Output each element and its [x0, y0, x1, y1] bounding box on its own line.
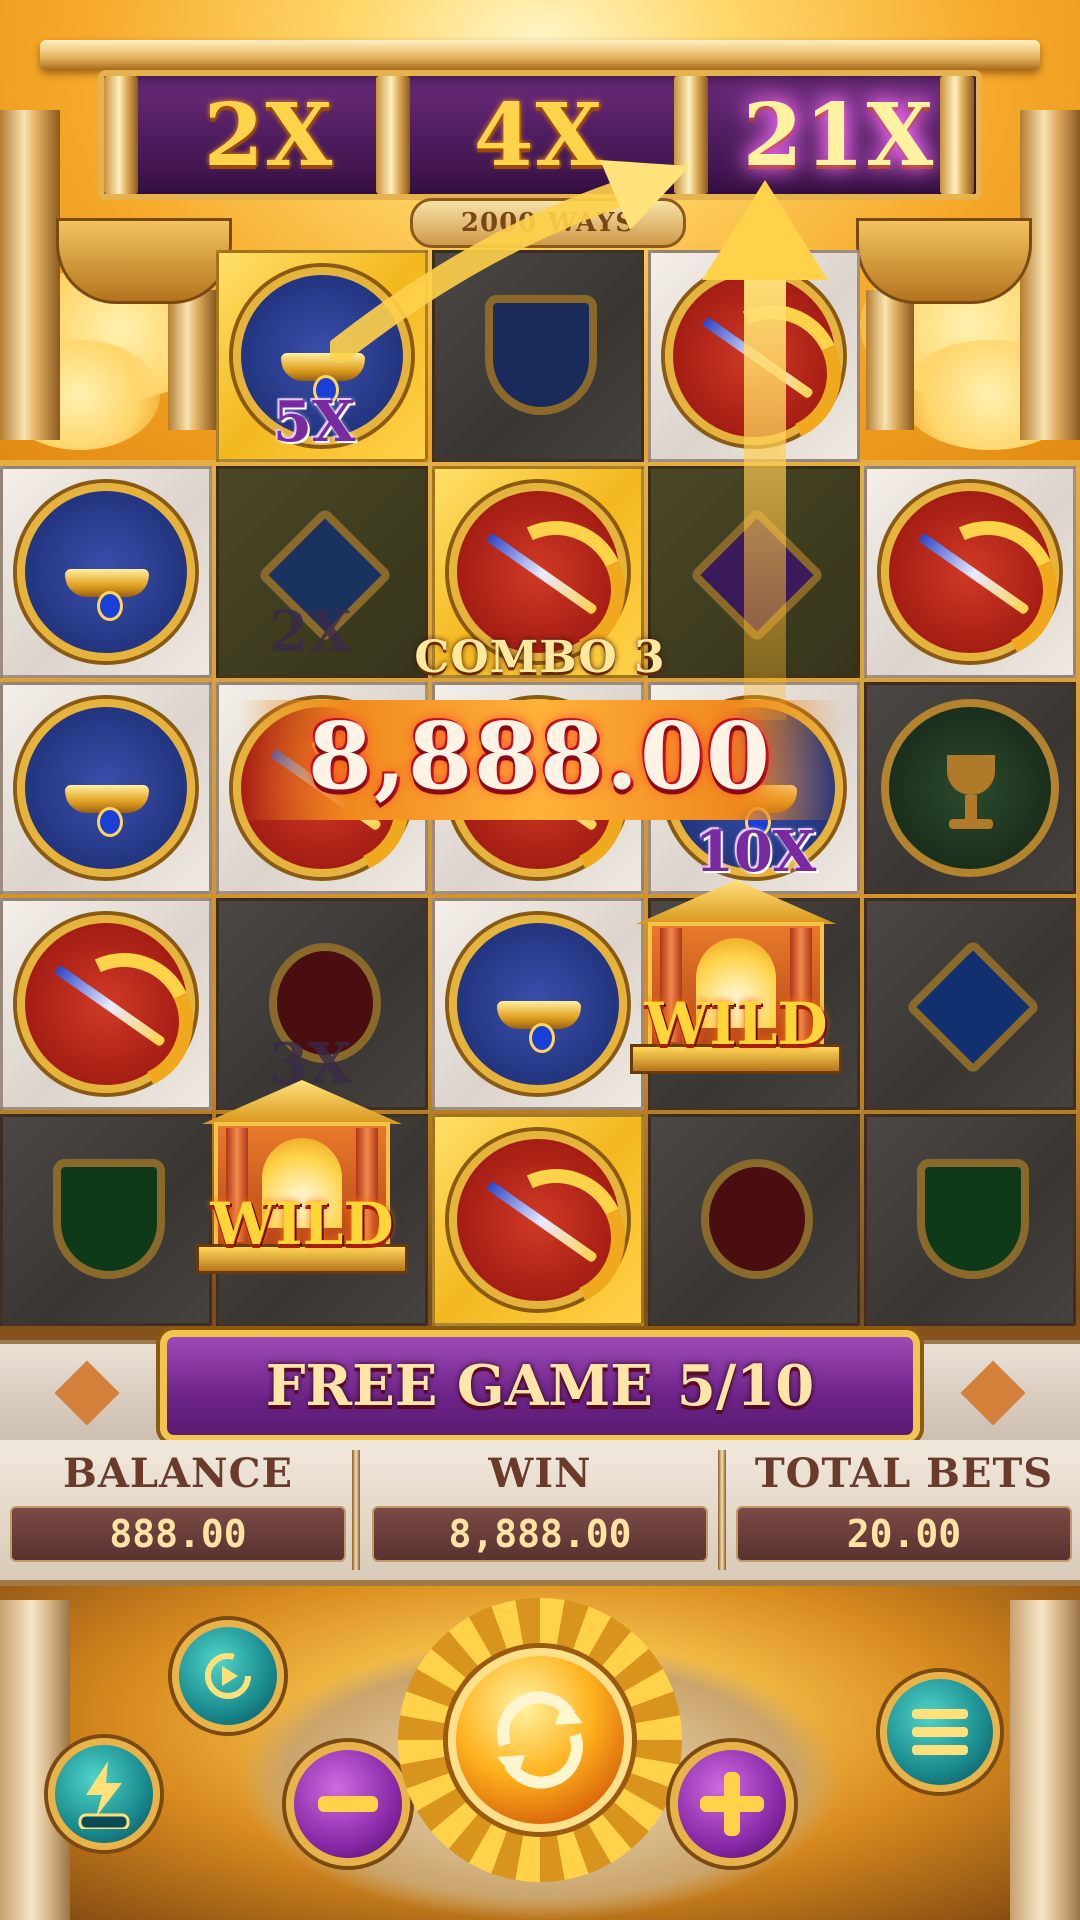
- info-divider: [718, 1450, 726, 1570]
- spin-icon: [497, 1691, 583, 1789]
- tile-bow: [432, 1114, 645, 1327]
- info-divider: [352, 1450, 360, 1570]
- free-game-plate: FREE GAME 5/10: [160, 1330, 920, 1442]
- balance-label: BALANCE: [63, 1450, 293, 1497]
- tile-crown: [0, 682, 212, 894]
- tile-blue-gem: [864, 898, 1076, 1110]
- wild-symbol: WILD: [196, 1080, 408, 1280]
- green-gem-symbol: [917, 1159, 1029, 1279]
- autoplay-button[interactable]: [172, 1620, 284, 1732]
- total-bets-label: TOTAL BETS: [754, 1450, 1054, 1497]
- tile-red-gem: 3X: [216, 898, 428, 1110]
- tile-crown: [0, 466, 212, 678]
- wild-label: WILD: [210, 1190, 394, 1258]
- lightning-icon: [78, 1761, 130, 1829]
- minus-icon: [318, 1796, 378, 1812]
- tile-multiplier: 5X: [273, 389, 356, 455]
- multiplier-21x-active: 21X: [742, 84, 936, 186]
- free-game-count: 5/10: [676, 1353, 815, 1419]
- tile-multiplier: 10X: [695, 819, 817, 885]
- wild-label: WILD: [644, 990, 828, 1058]
- menu-icon: [912, 1709, 968, 1755]
- free-game-label: FREE GAME: [265, 1353, 653, 1419]
- balance-value: 888.00: [10, 1506, 346, 1562]
- blue-gem-symbol: [905, 939, 1041, 1075]
- crown-symbol: [17, 699, 195, 877]
- tile-green-gem: [0, 1114, 212, 1326]
- tile-chalice: [864, 682, 1076, 894]
- balance-section: BALANCE: [10, 1450, 346, 1497]
- total-bets-section: TOTAL BETS: [736, 1450, 1072, 1497]
- tile-green-gem: [864, 1114, 1076, 1326]
- total-bets-value: 20.00: [736, 1506, 1072, 1562]
- multiplier-pillar: [104, 76, 138, 194]
- turbo-button[interactable]: [48, 1738, 160, 1850]
- curved-arrow-icon: [330, 160, 690, 363]
- bow-symbol: [881, 483, 1077, 679]
- win-label: WIN: [488, 1450, 592, 1497]
- up-arrow-icon: [702, 180, 828, 720]
- chalice-symbol: [881, 699, 1059, 877]
- replay-icon: [205, 1653, 251, 1699]
- tile-crown: [432, 898, 644, 1110]
- decrease-bet-button[interactable]: [286, 1742, 410, 1866]
- spin-button[interactable]: [448, 1648, 632, 1832]
- menu-button[interactable]: [880, 1672, 1000, 1792]
- tile-red-gem: [648, 1114, 860, 1326]
- tile-bow: [864, 466, 1077, 679]
- red-gem-symbol: [701, 1159, 813, 1279]
- plus-icon: [700, 1772, 764, 1836]
- temple-roof: [40, 40, 1040, 70]
- combo-label: COMBO 3: [414, 632, 666, 683]
- crown-symbol: [449, 915, 627, 1093]
- crown-symbol: [17, 483, 195, 661]
- win-section: WIN: [372, 1450, 708, 1497]
- increase-bet-button[interactable]: [670, 1742, 794, 1866]
- tile-multiplier: 2X: [269, 599, 352, 665]
- win-amount: 8,888.00: [307, 702, 773, 810]
- tile-bow: [0, 898, 213, 1111]
- bow-symbol: [449, 1131, 645, 1327]
- win-value: 8,888.00: [372, 1506, 708, 1562]
- bow-symbol: [17, 915, 213, 1111]
- bottom-right-column: [1010, 1600, 1080, 1920]
- multiplier-pillar: [940, 76, 974, 194]
- wild-symbol: WILD: [630, 880, 842, 1080]
- green-gem-symbol: [53, 1159, 165, 1279]
